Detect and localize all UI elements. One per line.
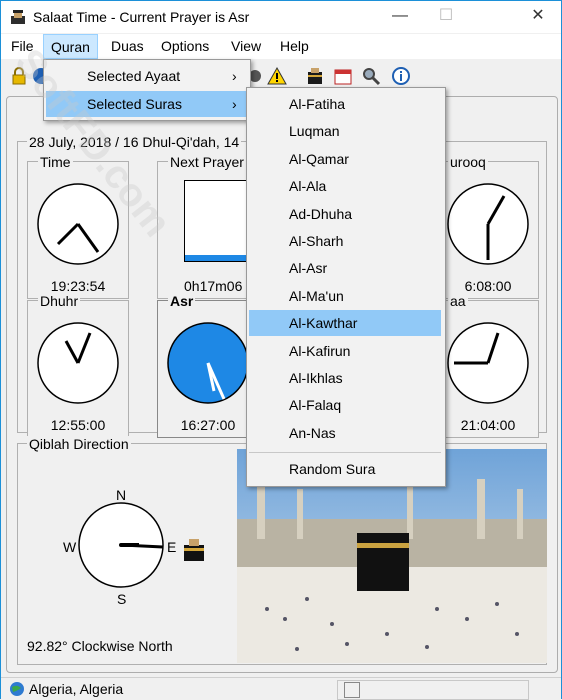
compass-s: S bbox=[117, 591, 127, 607]
asr-clock-icon bbox=[167, 322, 249, 404]
info-icon[interactable] bbox=[391, 66, 411, 86]
menu-duas[interactable]: Duas bbox=[111, 38, 144, 54]
sura-item[interactable]: Al-Fatiha bbox=[249, 91, 441, 117]
quran-menu: Selected Ayaat › Selected Suras › bbox=[43, 59, 251, 121]
next-prayer-progress-fill bbox=[185, 255, 249, 261]
menu-file[interactable]: File bbox=[11, 38, 34, 54]
asr-clock-box: Asr 16:27:00 bbox=[157, 293, 259, 438]
menu-view[interactable]: View bbox=[231, 38, 261, 54]
sura-item[interactable]: Al-Ala bbox=[249, 173, 441, 199]
menu-options[interactable]: Options bbox=[161, 38, 209, 54]
sura-item[interactable]: Al-Ma'un bbox=[249, 283, 441, 309]
menu-separator bbox=[249, 452, 441, 453]
shurooq-clock-icon bbox=[447, 183, 529, 265]
menu-item-selected-ayaat[interactable]: Selected Ayaat › bbox=[46, 63, 248, 89]
sura-item[interactable]: Ad-Dhuha bbox=[249, 201, 441, 227]
kaaba-icon bbox=[184, 539, 204, 561]
isha-label: aa bbox=[448, 293, 468, 309]
asr-label: Asr bbox=[168, 293, 196, 309]
submenu-arrow-icon: › bbox=[232, 96, 237, 112]
search-icon[interactable] bbox=[361, 66, 381, 86]
app-window: Salaat Time - Current Prayer is Asr — ☐ … bbox=[0, 0, 562, 700]
shurooq-value: 6:08:00 bbox=[464, 278, 512, 294]
sura-item[interactable]: Al-Kawthar bbox=[249, 310, 441, 337]
sura-item[interactable]: Al-Falaq bbox=[249, 392, 441, 418]
sura-item[interactable]: Al-Sharh bbox=[249, 228, 441, 254]
sura-item[interactable]: Al-Ikhlas bbox=[249, 365, 441, 391]
dhuhr-value: 12:55:00 bbox=[50, 417, 106, 433]
status-bar: Algeria, Algeria bbox=[1, 677, 561, 700]
menu-quran[interactable]: Quran bbox=[43, 34, 98, 59]
menu-help[interactable]: Help bbox=[280, 38, 309, 54]
date-label: 28 July, 2018 / 16 Dhul-Qi'dah, 14 bbox=[27, 134, 242, 150]
close-button[interactable]: ✕ bbox=[515, 1, 561, 33]
dhuhr-label: Dhuhr bbox=[38, 293, 81, 309]
compass-w: W bbox=[63, 539, 77, 555]
app-icon bbox=[11, 10, 25, 24]
submenu-arrow-icon: › bbox=[232, 68, 237, 84]
qibla-compass bbox=[78, 502, 164, 588]
shurooq-label: urooq bbox=[448, 154, 488, 170]
time-clock-box: Time 19:23:54 bbox=[27, 154, 129, 299]
suras-submenu: Al-Fatiha Luqman Al-Qamar Al-Ala Ad-Dhuha Al-… bbox=[246, 87, 446, 487]
minimize-button[interactable]: — bbox=[377, 1, 423, 33]
warning-icon[interactable] bbox=[267, 66, 287, 86]
location-label: Algeria, Algeria bbox=[29, 681, 124, 697]
sura-item[interactable]: Luqman bbox=[249, 118, 441, 144]
compass-e: E bbox=[167, 539, 177, 555]
kaaba-icon[interactable] bbox=[305, 66, 325, 86]
compass-n: N bbox=[116, 487, 127, 503]
dhuhr-clock-box: Dhuhr 12:55:00 bbox=[27, 293, 129, 438]
next-prayer-box: Next Prayer 0h17m06 bbox=[157, 154, 259, 299]
window-title: Salaat Time - Current Prayer is Asr bbox=[33, 9, 250, 25]
asr-value: 16:27:00 bbox=[180, 417, 236, 433]
menu-item-random-sura[interactable]: Random Sura bbox=[249, 456, 441, 482]
volume-slider[interactable] bbox=[337, 680, 529, 700]
maximize-button[interactable]: ☐ bbox=[423, 1, 469, 33]
globe-icon bbox=[10, 682, 24, 696]
title-bar: Salaat Time - Current Prayer is Asr — ☐ … bbox=[1, 1, 561, 33]
sura-item[interactable]: Al-Qamar bbox=[249, 146, 441, 172]
lock-icon[interactable] bbox=[9, 66, 29, 86]
isha-clock-box: aa 21:04:00 bbox=[437, 293, 539, 438]
time-clock-icon bbox=[37, 183, 119, 265]
shurooq-clock-box: urooq 6:08:00 bbox=[437, 154, 539, 299]
slider-thumb[interactable] bbox=[344, 682, 360, 698]
next-prayer-label: Next Prayer bbox=[168, 154, 246, 170]
sura-item[interactable]: Al-Asr bbox=[249, 255, 441, 281]
calendar-icon[interactable] bbox=[333, 66, 353, 86]
sura-item[interactable]: An-Nas bbox=[249, 420, 441, 446]
menu-item-selected-suras[interactable]: Selected Suras › bbox=[46, 91, 248, 117]
dhuhr-clock-icon bbox=[37, 322, 119, 404]
menu-bar: File Quran Duas Options View Help bbox=[1, 34, 561, 59]
time-value: 19:23:54 bbox=[50, 278, 106, 294]
qibla-title: Qiblah Direction bbox=[27, 436, 131, 452]
isha-value: 21:04:00 bbox=[460, 417, 516, 433]
sura-item[interactable]: Al-Kafirun bbox=[249, 338, 441, 364]
isha-clock-icon bbox=[447, 322, 529, 404]
qibla-degrees: 92.82° Clockwise North bbox=[27, 638, 173, 654]
next-prayer-progress bbox=[184, 180, 250, 262]
time-label: Time bbox=[38, 154, 73, 170]
